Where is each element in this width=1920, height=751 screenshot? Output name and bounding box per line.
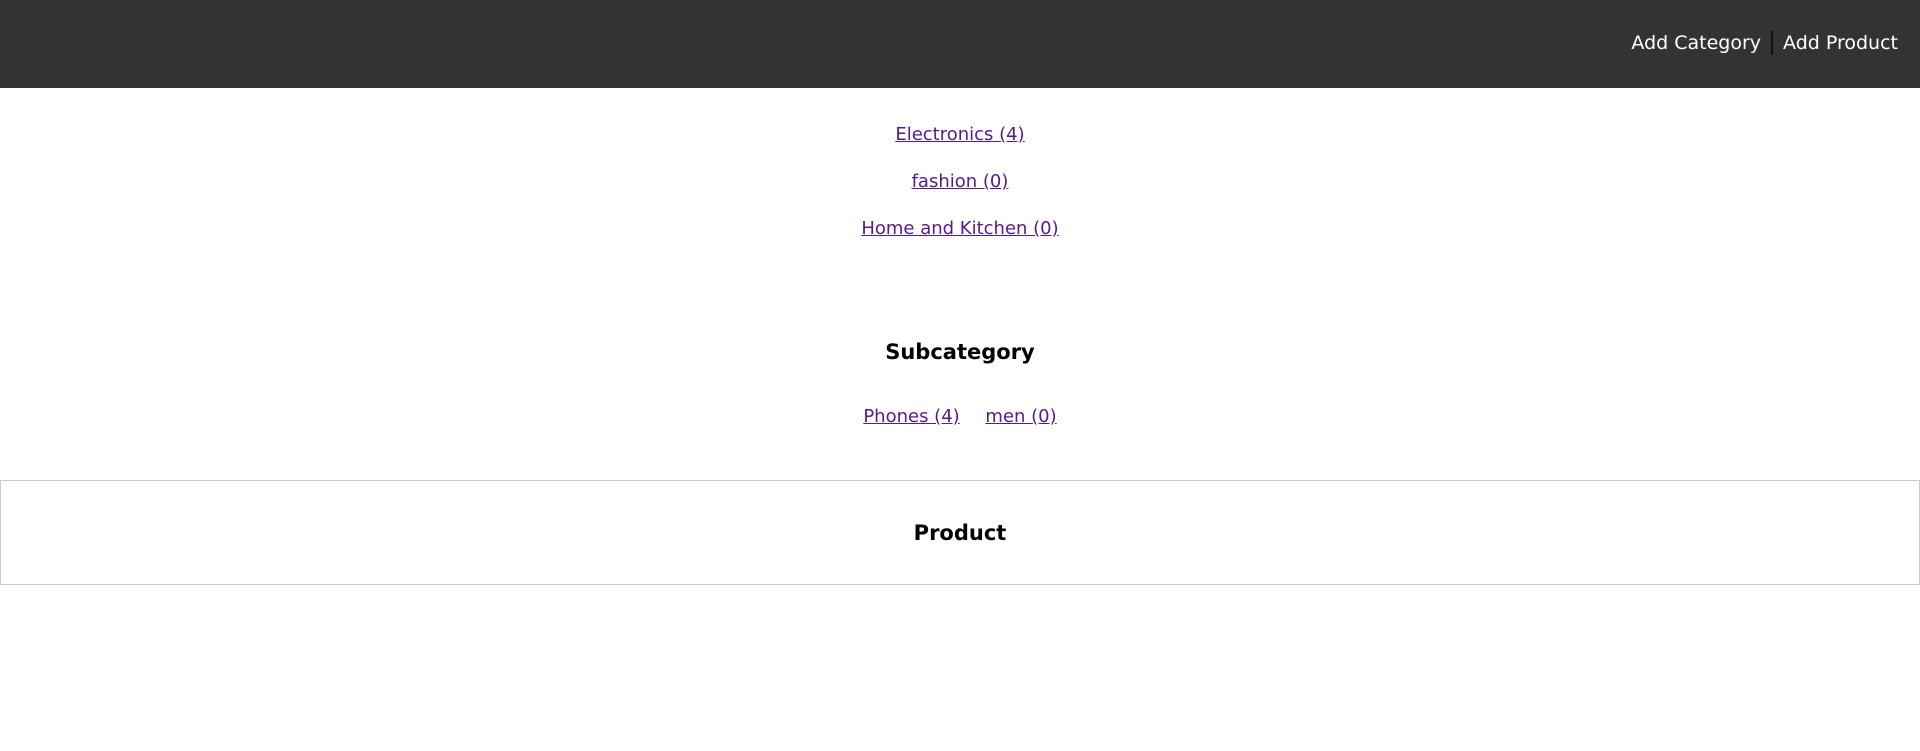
category-link-electronics[interactable]: Electronics (4): [895, 124, 1024, 145]
subcategory-list: Phones (4) men (0): [0, 406, 1920, 427]
category-link-home-kitchen[interactable]: Home and Kitchen (0): [861, 218, 1058, 239]
subcategory-heading: Subcategory: [885, 340, 1035, 364]
category-item: Electronics (4): [0, 124, 1920, 145]
add-category-link[interactable]: Add Category: [1621, 32, 1771, 54]
subcategory-link-phones[interactable]: Phones (4): [863, 406, 959, 427]
category-link-fashion[interactable]: fashion (0): [912, 171, 1009, 192]
category-item: Home and Kitchen (0): [0, 218, 1920, 239]
nav-links: Add Category Add Product: [1621, 31, 1908, 55]
product-section: Product: [0, 480, 1920, 585]
subcategory-link-men[interactable]: men (0): [985, 406, 1056, 427]
add-product-link[interactable]: Add Product: [1773, 32, 1908, 54]
top-navbar: Add Category Add Product: [0, 0, 1920, 88]
product-heading: Product: [913, 521, 1007, 545]
category-item: fashion (0): [0, 171, 1920, 192]
